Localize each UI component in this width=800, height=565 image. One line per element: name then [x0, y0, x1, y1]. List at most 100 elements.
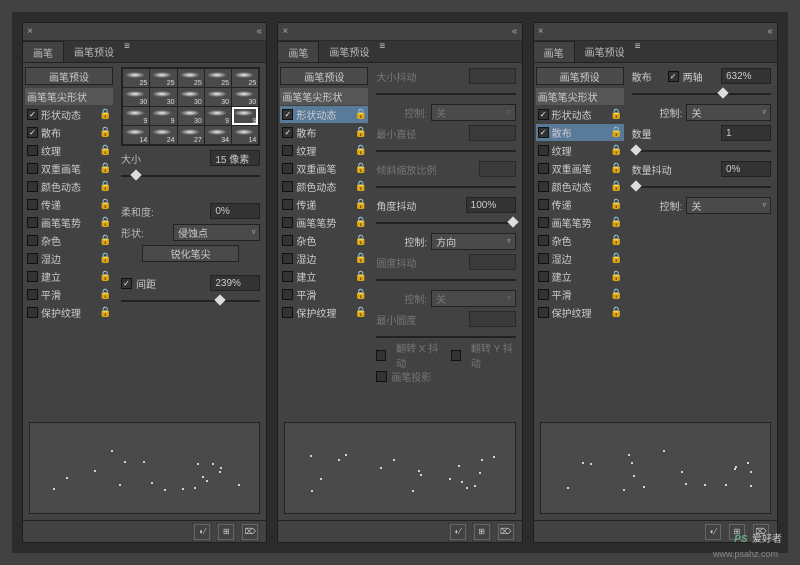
panel-menu-icon[interactable]: ≡ — [635, 41, 641, 62]
sidebar-item-texture[interactable]: 纹理🔒 — [280, 142, 368, 159]
sidebar-item-color[interactable]: 颜色动态🔒 — [25, 178, 113, 195]
brush-swatch[interactable]: 9 — [205, 107, 231, 125]
sidebar-item-build[interactable]: 建立🔒 — [536, 268, 624, 285]
countjit-control-dropdown[interactable]: 关▿ — [686, 197, 771, 214]
lock-icon[interactable]: 🔒 — [100, 145, 111, 156]
checkbox[interactable] — [27, 181, 38, 192]
sidebar-item-dual[interactable]: 双重画笔🔒 — [536, 160, 624, 177]
sidebar-item-pose[interactable]: 画笔笔势🔒 — [25, 214, 113, 231]
count-jitter-input[interactable]: 0% — [721, 161, 771, 177]
brush-preset-button[interactable]: 画笔预设 — [25, 67, 113, 85]
sidebar-item-transfer[interactable]: 传递🔒 — [25, 196, 113, 213]
sidebar-item-protect[interactable]: 保护纹理🔒 — [25, 304, 113, 321]
sidebar-item-build[interactable]: 建立🔒 — [280, 268, 368, 285]
collapse-icon[interactable]: « — [252, 26, 266, 37]
sidebar-item-smooth[interactable]: 平滑🔒 — [25, 286, 113, 303]
sidebar-item-shape[interactable]: 形状动态🔒 — [536, 106, 624, 123]
lock-icon[interactable]: 🔒 — [100, 271, 111, 282]
count-jitter-slider[interactable] — [632, 183, 771, 191]
sidebar-item-dual[interactable]: 双重画笔🔒 — [25, 160, 113, 177]
spacing-input[interactable]: 239% — [210, 275, 260, 291]
sidebar-item-transfer[interactable]: 传递🔒 — [536, 196, 624, 213]
close-icon[interactable]: × — [278, 26, 292, 37]
sidebar-item-noise[interactable]: 杂色🔒 — [536, 232, 624, 249]
lock-icon[interactable]: 🔒 — [100, 235, 111, 246]
sidebar-item-smooth[interactable]: 平滑🔒 — [280, 286, 368, 303]
collapse-icon[interactable]: « — [508, 26, 522, 37]
sharpen-button[interactable]: 锐化笔尖 — [142, 245, 240, 262]
checkbox[interactable] — [27, 235, 38, 246]
lock-icon[interactable]: 🔒 — [100, 127, 111, 138]
bothaxes-checkbox[interactable] — [668, 71, 679, 82]
brush-swatch[interactable]: 25 — [123, 69, 149, 87]
checkbox[interactable] — [27, 253, 38, 264]
size-input[interactable]: 15 像素 — [210, 150, 260, 166]
tab-brush[interactable]: 画笔 — [534, 41, 575, 62]
tab-brush[interactable]: 画笔 — [23, 41, 64, 62]
scatter-control-dropdown[interactable]: 关▿ — [686, 104, 771, 121]
sidebar-item-transfer[interactable]: 传递🔒 — [280, 196, 368, 213]
sidebar-item-wet[interactable]: 湿边🔒 — [280, 250, 368, 267]
size-slider[interactable] — [121, 172, 260, 180]
new-preset-icon[interactable]: ⊞ — [474, 524, 490, 540]
sidebar-tip-shape[interactable]: 画笔笔尖形状 — [536, 88, 624, 105]
lock-icon[interactable]: 🔒 — [100, 307, 111, 318]
angle-control-dropdown[interactable]: 方向▿ — [431, 233, 516, 250]
brush-swatch[interactable]: 30 — [178, 88, 204, 106]
tab-preset[interactable]: 画笔预设 — [575, 41, 635, 62]
lock-icon[interactable]: 🔒 — [100, 181, 111, 192]
spacing-slider[interactable] — [121, 297, 260, 305]
sidebar-tip-shape[interactable]: 画笔笔尖形状 — [280, 88, 368, 105]
checkbox[interactable] — [27, 163, 38, 174]
count-input[interactable]: 1 — [721, 125, 771, 141]
brush-swatch[interactable]: 14 — [232, 126, 258, 144]
scatter-slider[interactable] — [632, 90, 771, 98]
spacing-checkbox[interactable] — [121, 278, 132, 289]
sidebar-item-protect[interactable]: 保护纹理🔒 — [536, 304, 624, 321]
sidebar-item-texture[interactable]: 纹理🔒 — [25, 142, 113, 159]
checkbox[interactable] — [27, 145, 38, 156]
sidebar-item-noise[interactable]: 杂色🔒 — [280, 232, 368, 249]
brush-swatch[interactable]: 27 — [178, 126, 204, 144]
brush-swatch[interactable]: 30 — [205, 88, 231, 106]
brush-preset-button[interactable]: 画笔预设 — [280, 67, 368, 85]
checkbox[interactable] — [27, 271, 38, 282]
toggle-preview-icon[interactable]: ◐⁄ — [705, 524, 721, 540]
toggle-preview-icon[interactable]: ◐⁄ — [194, 524, 210, 540]
sidebar-tip-shape[interactable]: 画笔笔尖形状 — [25, 88, 113, 105]
brush-swatch[interactable]: 30 — [150, 88, 176, 106]
sidebar-item-smooth[interactable]: 平滑🔒 — [536, 286, 624, 303]
lock-icon[interactable]: 🔒 — [100, 289, 111, 300]
lock-icon[interactable]: 🔒 — [100, 217, 111, 228]
checkbox[interactable] — [27, 127, 38, 138]
brush-swatch[interactable]: 34 — [205, 126, 231, 144]
sidebar-item-shape[interactable]: 形状动态🔒 — [280, 106, 368, 123]
brush-swatch[interactable]: 9 — [232, 107, 258, 125]
tab-brush[interactable]: 画笔 — [278, 41, 319, 62]
brush-preset-button[interactable]: 画笔预设 — [536, 67, 624, 85]
tab-preset[interactable]: 画笔预设 — [319, 41, 379, 62]
lock-icon[interactable]: 🔒 — [100, 199, 111, 210]
brush-swatch[interactable]: 25 — [232, 69, 258, 87]
sidebar-item-build[interactable]: 建立🔒 — [25, 268, 113, 285]
trash-icon[interactable]: ⌦ — [498, 524, 514, 540]
sidebar-item-color[interactable]: 颜色动态🔒 — [280, 178, 368, 195]
softness-input[interactable]: 0% — [210, 203, 260, 219]
lock-icon[interactable]: 🔒 — [100, 253, 111, 264]
brush-swatch[interactable]: 24 — [150, 126, 176, 144]
toggle-preview-icon[interactable]: ◐⁄ — [450, 524, 466, 540]
count-slider[interactable] — [632, 147, 771, 155]
scatter-input[interactable]: 632% — [721, 68, 771, 84]
brush-swatch[interactable]: 30 — [178, 107, 204, 125]
new-preset-icon[interactable]: ⊞ — [218, 524, 234, 540]
sidebar-item-scatter[interactable]: 散布🔒 — [25, 124, 113, 141]
close-icon[interactable]: × — [534, 26, 548, 37]
sidebar-item-pose[interactable]: 画笔笔势🔒 — [536, 214, 624, 231]
sidebar-item-noise[interactable]: 杂色🔒 — [25, 232, 113, 249]
brush-swatch[interactable]: 30 — [232, 88, 258, 106]
angle-jitter-input[interactable]: 100% — [466, 197, 516, 213]
panel-menu-icon[interactable]: ≡ — [124, 41, 130, 62]
lock-icon[interactable]: 🔒 — [100, 109, 111, 120]
brush-swatch[interactable]: 25 — [150, 69, 176, 87]
sidebar-item-wet[interactable]: 湿边🔒 — [536, 250, 624, 267]
